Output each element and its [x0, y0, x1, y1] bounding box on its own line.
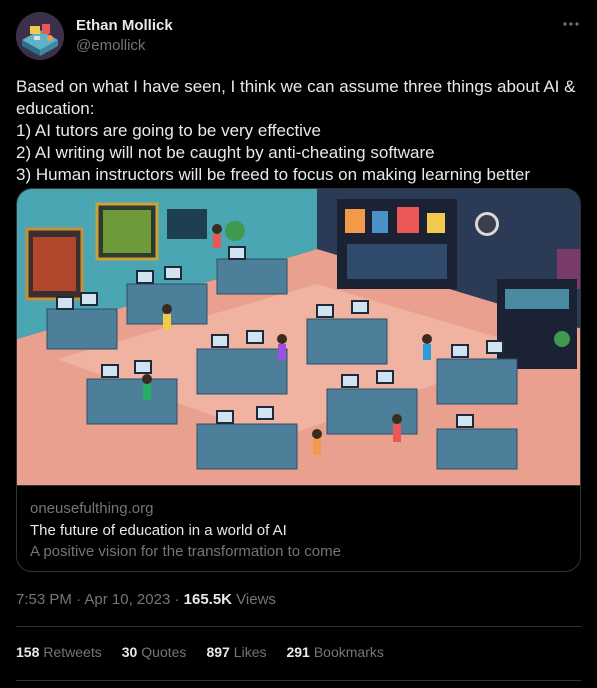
tweet-text: Based on what I have seen, I think we ca…: [16, 77, 576, 184]
quotes-label: Quotes: [141, 644, 187, 660]
retweets-stat[interactable]: 158 Retweets: [16, 642, 102, 662]
author-names: Ethan Mollick @emollick: [76, 16, 173, 56]
bookmarks-stat[interactable]: 291 Bookmarks: [286, 642, 383, 662]
retweets-count: 158: [16, 644, 40, 660]
quotes-stat[interactable]: 30 Quotes: [122, 642, 187, 662]
views-label: Views: [232, 591, 276, 608]
bookmarks-count: 291: [286, 644, 310, 660]
likes-count: 897: [206, 644, 230, 660]
likes-stat[interactable]: 897 Likes: [206, 642, 266, 662]
divider: [16, 680, 581, 681]
views-count: 165.5K: [183, 591, 233, 608]
likes-label: Likes: [233, 644, 267, 660]
display-name[interactable]: Ethan Mollick: [76, 16, 173, 36]
user-handle[interactable]: @emollick: [76, 36, 173, 56]
link-card-domain: oneusefulthing.org: [30, 500, 154, 517]
tweet-header: Ethan Mollick @emollick: [16, 12, 581, 62]
avatar[interactable]: [16, 12, 64, 60]
tweet-date: Apr 10, 2023: [84, 591, 171, 608]
tweet: Ethan Mollick @emollick Based on what I …: [0, 0, 597, 688]
retweets-label: Retweets: [43, 644, 102, 660]
tweet-meta: 7:53 PM · Apr 10, 2023 · 165.5K Views: [16, 590, 276, 610]
divider: [16, 626, 581, 627]
tweet-time-link[interactable]: 7:53 PM · Apr 10, 2023: [16, 591, 170, 608]
meta-separator: ·: [71, 591, 85, 608]
link-card-description: A positive vision for the transformation…: [30, 543, 341, 560]
link-card-meta: oneusefulthing.org The future of educati…: [17, 485, 580, 571]
tweet-time: 7:53 PM: [16, 591, 72, 608]
avatar-image: [16, 12, 64, 60]
link-card-image: [17, 189, 580, 485]
engagement-stats: 158 Retweets 30 Quotes 897 Likes 291 Bookmarks: [16, 642, 404, 662]
link-card[interactable]: oneusefulthing.org The future of educati…: [16, 188, 581, 572]
quotes-count: 30: [121, 644, 138, 660]
bookmarks-label: Bookmarks: [313, 644, 384, 660]
link-card-title: The future of education in a world of AI: [30, 522, 287, 539]
more-dots-icon[interactable]: [561, 14, 581, 34]
meta-separator: ·: [170, 591, 184, 608]
views-link[interactable]: 165.5K Views: [184, 591, 276, 608]
